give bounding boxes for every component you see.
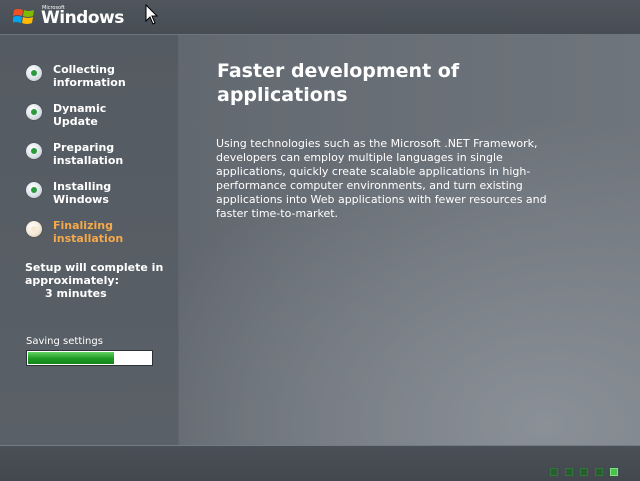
feature-description: Using technologies such as the Microsoft… <box>216 137 547 220</box>
estimate-time: 3 minutes <box>45 287 107 300</box>
step-done-icon <box>26 143 42 159</box>
slide-indicator-square <box>595 468 603 476</box>
progress-status-text: Saving settings <box>26 336 103 347</box>
windows-logo: Microsoft Windows <box>13 5 124 29</box>
windows-flag-icon <box>13 9 34 24</box>
step-dynamic-update: Dynamic Update <box>26 102 166 130</box>
estimate-text: Setup will complete in approximately: <box>25 261 164 287</box>
step-installing-windows: Installing Windows <box>26 180 166 208</box>
step-done-icon <box>26 182 42 198</box>
slide-indicator-square <box>565 468 573 476</box>
step-label: Installing Windows <box>53 180 112 206</box>
windows-wordmark: Windows <box>41 8 124 28</box>
step-finalizing-installation: Finalizing installation <box>26 219 166 247</box>
page-title: Faster development of applications <box>217 60 460 106</box>
slide-indicator-square <box>580 468 588 476</box>
step-preparing-installation: Preparing installation <box>26 141 166 169</box>
step-done-icon <box>26 65 42 81</box>
step-label-current: Finalizing installation <box>53 219 124 245</box>
step-label: Preparing installation <box>53 141 124 167</box>
step-label: Collecting information <box>53 63 126 89</box>
slide-indicator <box>550 461 625 476</box>
mouse-pointer-icon <box>145 4 159 25</box>
slide-indicator-square <box>550 468 558 476</box>
bottom-bar <box>0 445 640 481</box>
progress-bar <box>26 350 153 366</box>
top-banner: Microsoft Windows <box>0 0 640 35</box>
setup-steps-sidebar: Collecting information Dynamic Update Pr… <box>0 35 179 445</box>
step-label: Dynamic Update <box>53 102 107 128</box>
time-estimate: Setup will complete in approximately: 3 … <box>25 261 175 300</box>
setup-main-area: Collecting information Dynamic Update Pr… <box>0 35 640 445</box>
slide-indicator-square <box>610 468 618 476</box>
step-done-icon <box>26 104 42 120</box>
progress-bar-fill <box>28 352 114 364</box>
step-collecting-information: Collecting information <box>26 63 166 91</box>
step-active-icon <box>26 221 42 237</box>
